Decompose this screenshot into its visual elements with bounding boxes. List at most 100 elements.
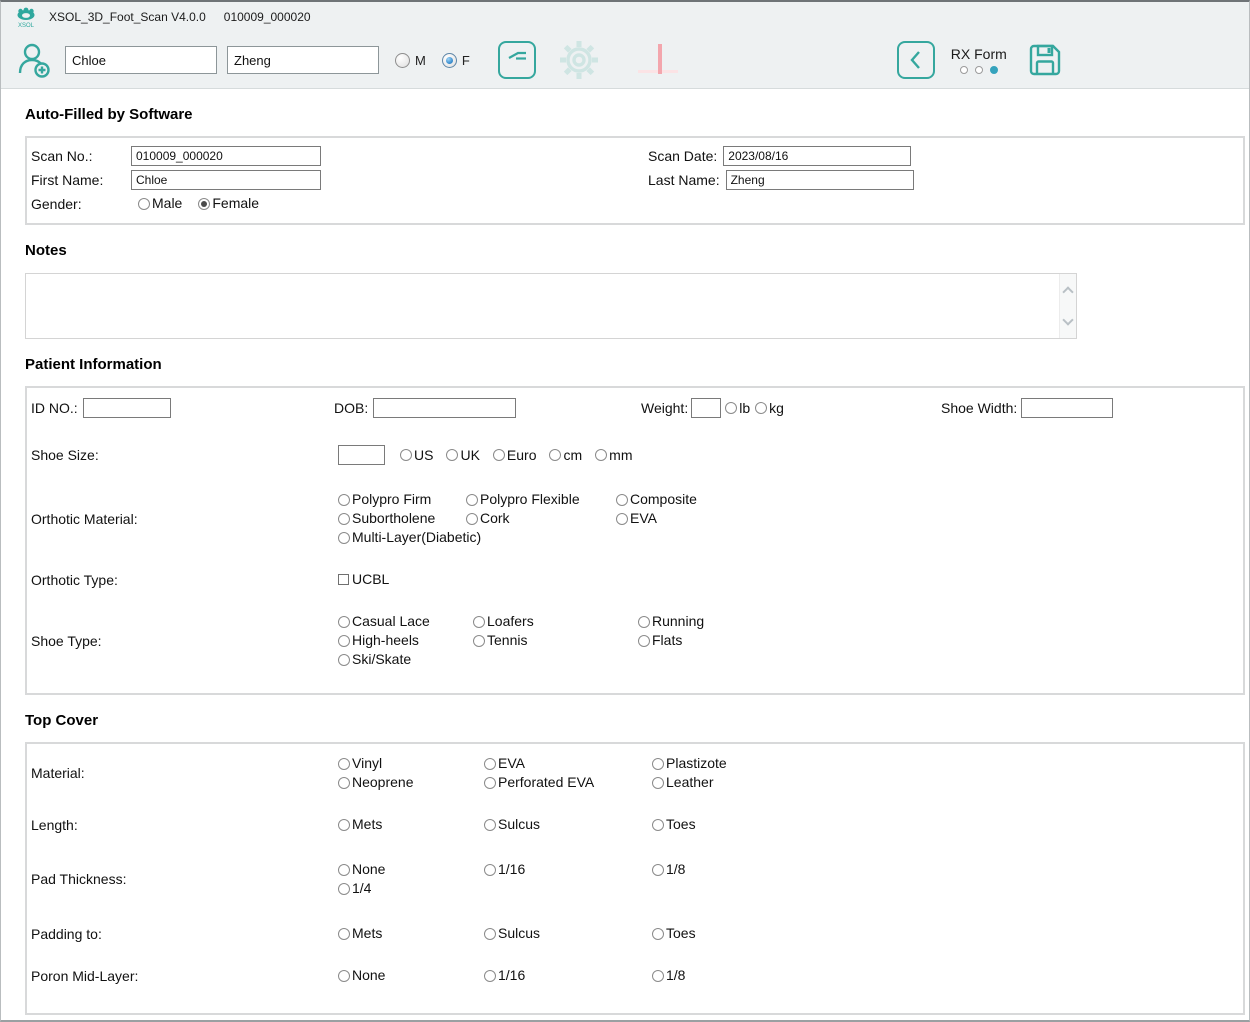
radio-loafers[interactable]: Loafers	[473, 612, 638, 631]
radio-mark	[446, 449, 458, 461]
shoe-width-input[interactable]	[1021, 398, 1113, 418]
radio-running[interactable]: Running	[638, 612, 1243, 631]
toolbar-first-name-input[interactable]	[65, 46, 217, 74]
radio-kg[interactable]: kg	[755, 399, 784, 418]
radio-1-8[interactable]: 1/8	[652, 966, 1243, 985]
radio-cm[interactable]: cm	[549, 446, 582, 465]
last-name-input[interactable]	[726, 170, 914, 190]
radio-plastizote[interactable]: Plastizote	[652, 754, 1243, 773]
notes-textarea[interactable]	[26, 274, 1076, 338]
radio-mets[interactable]: Mets	[338, 924, 484, 943]
option-label: 1/16	[498, 966, 525, 985]
radio-composite[interactable]: Composite	[616, 490, 1243, 509]
radio-polypro-firm[interactable]: Polypro Firm	[338, 490, 466, 509]
scroll-up-icon[interactable]	[1062, 286, 1073, 297]
scan-no-input[interactable]	[131, 146, 321, 166]
option-label: US	[414, 446, 433, 465]
radio-toes[interactable]: Toes	[652, 924, 1243, 943]
toolbar-radio-male[interactable]: M	[395, 53, 426, 68]
option-label: Polypro Flexible	[480, 490, 580, 509]
radio-mark	[652, 970, 664, 982]
radio-vinyl[interactable]: Vinyl	[338, 754, 484, 773]
radio-1-8[interactable]: 1/8	[652, 860, 1243, 879]
scan-date-label: Scan Date:	[648, 148, 717, 164]
radio-euro[interactable]: Euro	[493, 446, 537, 465]
notes-scrollbar[interactable]	[1059, 274, 1076, 338]
settings-gear-icon[interactable]	[556, 37, 602, 83]
weight-input[interactable]	[691, 398, 721, 418]
radio-mark	[338, 970, 350, 982]
add-patient-icon[interactable]	[13, 39, 55, 81]
radio-female[interactable]: Female	[198, 194, 259, 213]
radio-none[interactable]: None	[338, 966, 484, 985]
radio-mark	[549, 449, 561, 461]
radio-toes[interactable]: Toes	[652, 815, 1243, 834]
option-label: cm	[563, 446, 582, 465]
shoe-size-input[interactable]	[338, 445, 385, 465]
radio-lb[interactable]: lb	[725, 399, 750, 418]
radio-none[interactable]: None	[338, 860, 484, 879]
radio-mark	[338, 635, 350, 647]
radio-mark	[484, 758, 496, 770]
radio-1-16[interactable]: 1/16	[484, 966, 652, 985]
page-dot-2[interactable]	[975, 66, 983, 74]
save-floppy-icon	[1026, 41, 1064, 79]
radio-mm[interactable]: mm	[595, 446, 632, 465]
radio-mark	[652, 758, 664, 770]
radio-male[interactable]: Male	[138, 194, 182, 213]
radio-multi-layer-diabetic[interactable]: Multi-Layer(Diabetic)	[338, 528, 466, 547]
scroll-down-icon[interactable]	[1062, 314, 1073, 325]
radio-mark	[473, 635, 485, 647]
chevron-left-icon	[904, 48, 928, 72]
radio-mark	[484, 970, 496, 982]
dob-input[interactable]	[373, 398, 516, 418]
shoe-width-label: Shoe Width:	[941, 400, 1017, 416]
checkbox-ucbl[interactable]: UCBL	[338, 570, 466, 589]
radio-mark	[338, 819, 350, 831]
app-logo-icon: XSOL	[13, 7, 39, 28]
radio-1-4[interactable]: 1/4	[338, 879, 484, 898]
radio-subortholene[interactable]: Subortholene	[338, 509, 466, 528]
toolbar-last-name-input[interactable]	[227, 46, 379, 74]
back-button[interactable]	[897, 41, 935, 79]
radio-high-heels[interactable]: High-heels	[338, 631, 473, 650]
radio-sulcus[interactable]: Sulcus	[484, 815, 652, 834]
radio-1-16[interactable]: 1/16	[484, 860, 652, 879]
first-name-input[interactable]	[131, 170, 321, 190]
radio-polypro-flexible[interactable]: Polypro Flexible	[466, 490, 616, 509]
page-dot-1[interactable]	[960, 66, 968, 74]
option-label: lb	[739, 399, 750, 418]
foot-scan-button[interactable]	[498, 41, 536, 79]
page-dot-3-active[interactable]	[990, 66, 998, 74]
shoe-size-label: Shoe Size:	[31, 447, 338, 463]
radio-perforated-eva[interactable]: Perforated EVA	[484, 773, 652, 792]
radio-tennis[interactable]: Tennis	[473, 631, 638, 650]
option-label: Female	[212, 194, 259, 213]
length-options: MetsSulcusToes	[338, 815, 1243, 834]
radio-mark	[493, 449, 505, 461]
toolbar-radio-female[interactable]: F	[442, 53, 470, 68]
option-label: Tennis	[487, 631, 527, 650]
scan-date-input[interactable]	[723, 146, 911, 166]
radio-neoprene[interactable]: Neoprene	[338, 773, 484, 792]
radio-sulcus[interactable]: Sulcus	[484, 924, 652, 943]
radio-mets[interactable]: Mets	[338, 815, 484, 834]
radio-us[interactable]: US	[400, 446, 433, 465]
radio-mark	[638, 616, 650, 628]
radio-mark	[616, 513, 628, 525]
radio-eva[interactable]: EVA	[616, 509, 1243, 528]
app-window: XSOL XSOL_3D_Foot_Scan V4.0.0 010009_000…	[0, 0, 1250, 1022]
radio-leather[interactable]: Leather	[652, 773, 1243, 792]
id-no-input[interactable]	[83, 398, 171, 418]
radio-flats[interactable]: Flats	[638, 631, 1243, 650]
option-label: EVA	[630, 509, 657, 528]
radio-eva[interactable]: EVA	[484, 754, 652, 773]
radio-mark	[466, 513, 478, 525]
option-label: Flats	[652, 631, 682, 650]
radio-cork[interactable]: Cork	[466, 509, 616, 528]
save-button[interactable]	[1025, 40, 1065, 80]
option-label: mm	[609, 446, 632, 465]
radio-uk[interactable]: UK	[446, 446, 479, 465]
radio-casual-lace[interactable]: Casual Lace	[338, 612, 473, 631]
radio-ski-skate[interactable]: Ski/Skate	[338, 650, 473, 669]
